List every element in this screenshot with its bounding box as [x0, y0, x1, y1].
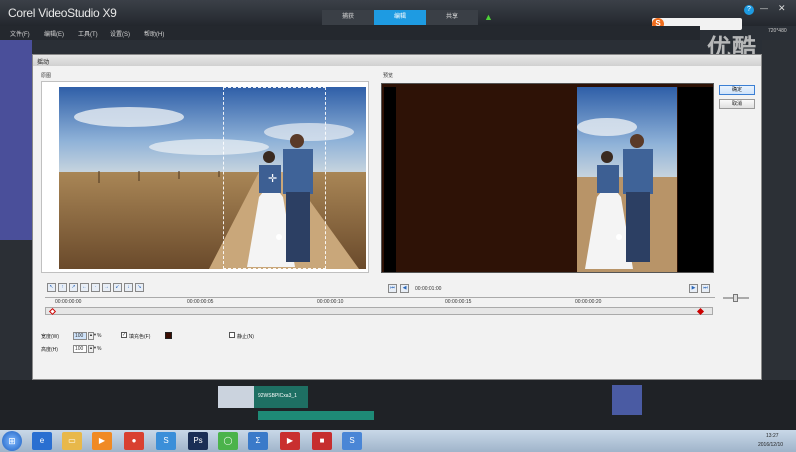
- app-title: Corel VideoStudio X9: [8, 6, 117, 20]
- clock-date: 2016/12/10: [758, 442, 784, 448]
- fill-color-label: 填充色(F): [129, 334, 151, 340]
- sigma-icon[interactable]: Σ: [248, 432, 268, 450]
- tab-edit[interactable]: 编辑: [374, 10, 426, 25]
- height-input[interactable]: 100: [73, 345, 87, 353]
- align-center-icon[interactable]: ·: [91, 283, 100, 292]
- menu-edit[interactable]: 编辑(E): [44, 29, 64, 38]
- align-left-icon[interactable]: ←: [80, 283, 89, 292]
- fill-color-swatch[interactable]: [165, 332, 172, 339]
- last-keyframe-icon[interactable]: ⏭: [701, 284, 710, 293]
- timecode[interactable]: 00:00:01:00: [415, 286, 441, 292]
- menu-file[interactable]: 文件(F): [10, 29, 30, 38]
- ruler-tick: 00:00:00:15: [445, 299, 472, 305]
- clip-thumbnail[interactable]: [218, 386, 254, 408]
- ok-button[interactable]: 确定: [719, 85, 755, 95]
- clip-thumbnail-right[interactable]: [612, 385, 642, 415]
- prev-keyframe-icon[interactable]: ⏮: [388, 284, 397, 293]
- start-button[interactable]: ⊞: [2, 431, 22, 451]
- time-ruler[interactable]: 00:00:00:00 00:00:00:05 00:00:00:10 00:0…: [45, 297, 715, 306]
- tab-capture[interactable]: 捕获: [322, 10, 374, 25]
- preview-label: 预览: [383, 73, 394, 79]
- height-stepper[interactable]: ▲▼: [88, 345, 97, 353]
- original-frame: ✛: [41, 81, 369, 273]
- height-unit: %: [97, 346, 102, 352]
- pan-dialog: 摇动 确定 取消 原图 ✛ 预览 ↖ ↑ ↗ ← · → ↙ ↓ ↘ ⏮ ◀ 0…: [32, 54, 762, 380]
- preview-photo: [577, 87, 677, 272]
- width-label: 宽度(W): [41, 334, 60, 340]
- ruler-tick: 00:00:00:10: [317, 299, 344, 305]
- keyframe-end-icon[interactable]: [696, 307, 705, 316]
- close-icon[interactable]: ✕: [778, 3, 786, 14]
- dialog-title: 摇动: [37, 60, 50, 66]
- height-label: 高度(H): [41, 347, 58, 353]
- width-unit: %: [97, 333, 102, 339]
- preview-frame: [381, 83, 714, 273]
- dialog-title-bar: 摇动: [33, 55, 761, 66]
- ruler-tick: 00:00:00:20: [575, 299, 602, 305]
- preview-letterbox-left: [384, 87, 396, 272]
- align-bottom-left-icon[interactable]: ↙: [113, 283, 122, 292]
- menu-tools[interactable]: 工具(T): [78, 29, 98, 38]
- upload-arrow-icon[interactable]: ▲: [484, 12, 493, 22]
- align-bottom-right-icon[interactable]: ↘: [135, 283, 144, 292]
- photoshop-icon[interactable]: Ps: [188, 432, 208, 450]
- keyframe-track[interactable]: [45, 307, 713, 316]
- wechat-icon[interactable]: ◯: [218, 432, 238, 450]
- timeline: [0, 380, 796, 430]
- help-icon[interactable]: ?: [744, 5, 754, 15]
- preview-letterbox-right: [678, 87, 713, 272]
- still-checkbox[interactable]: [229, 332, 235, 338]
- cancel-button[interactable]: 取消: [719, 99, 755, 109]
- clock-time: 13:27: [766, 433, 779, 439]
- tab-share[interactable]: 共享: [426, 10, 478, 25]
- clip-name: 92WSBPICxa3_1: [258, 393, 297, 399]
- width-stepper[interactable]: ▲▼: [88, 332, 97, 340]
- folder-icon[interactable]: ▭: [62, 432, 82, 450]
- clip-bar[interactable]: [258, 411, 374, 420]
- align-bottom-icon[interactable]: ↓: [124, 283, 133, 292]
- align-top-left-icon[interactable]: ↖: [47, 283, 56, 292]
- media-player-icon[interactable]: ▶: [92, 432, 112, 450]
- player-panel: [0, 40, 32, 240]
- chrome-icon[interactable]: ●: [124, 432, 144, 450]
- crosshair-icon[interactable]: ✛: [268, 172, 277, 185]
- library-panel: [762, 40, 796, 380]
- sogou-browser-icon[interactable]: S: [156, 432, 176, 450]
- ie-icon[interactable]: e: [32, 432, 52, 450]
- ruler-tick: 00:00:00:05: [187, 299, 214, 305]
- align-top-icon[interactable]: ↑: [58, 283, 67, 292]
- menu-help[interactable]: 帮助(H): [144, 29, 164, 38]
- videostudio-icon[interactable]: ■: [312, 432, 332, 450]
- minimize-icon[interactable]: —: [760, 4, 768, 13]
- resolution-label: 720*480: [768, 28, 787, 34]
- taskbar: ⊞ e ▭ ▶ ● S Ps ◯ Σ ▶ ■ S: [0, 430, 796, 452]
- original-label: 原图: [41, 73, 52, 79]
- align-top-right-icon[interactable]: ↗: [69, 283, 78, 292]
- ruler-tick: 00:00:00:00: [55, 299, 82, 305]
- menu-bar: 文件(F) 编辑(E) 工具(T) 设置(S) 帮助(H): [0, 26, 700, 40]
- fill-color-checkbox[interactable]: ✓: [121, 332, 127, 338]
- still-label: 静止(N): [237, 334, 254, 340]
- play-back-icon[interactable]: ◀: [400, 284, 409, 293]
- next-frame-icon[interactable]: ▶: [689, 284, 698, 293]
- app-icon-red[interactable]: ▶: [280, 432, 300, 450]
- app-icon-blue[interactable]: S: [342, 432, 362, 450]
- align-right-icon[interactable]: →: [102, 283, 111, 292]
- keyframe-start-icon[interactable]: [48, 307, 57, 316]
- width-input[interactable]: 100: [73, 332, 87, 340]
- menu-settings[interactable]: 设置(S): [110, 29, 130, 38]
- app-window: Corel VideoStudio X9 捕获 编辑 共享 ▲ ? — ✕ S …: [0, 0, 796, 452]
- zoom-slider-handle[interactable]: [733, 294, 738, 302]
